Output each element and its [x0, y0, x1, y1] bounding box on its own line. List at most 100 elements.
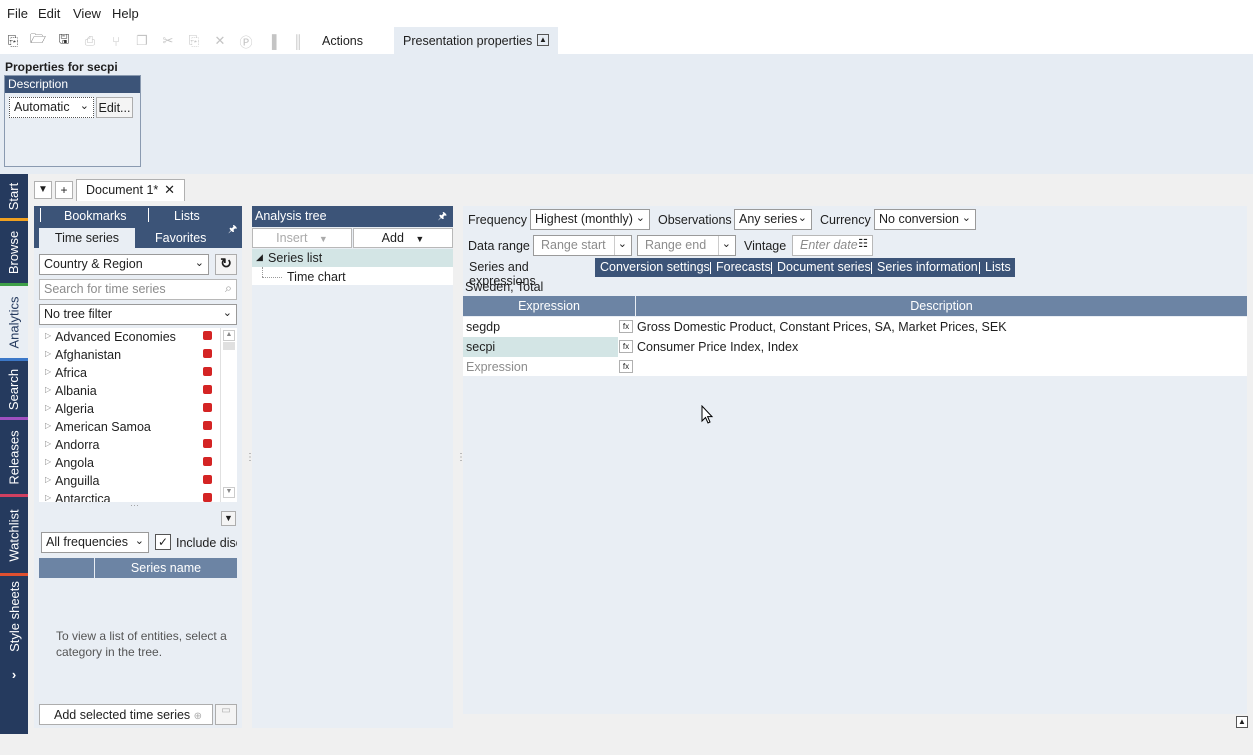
expand-triangle-icon[interactable]: ▷ — [45, 385, 51, 394]
external-link-icon[interactable] — [203, 331, 212, 340]
table-row[interactable]: secpi fx Consumer Price Index, Index — [463, 337, 1247, 357]
column-header-expression[interactable]: Expression — [463, 296, 635, 316]
sidebar-tab-style-sheets[interactable]: Style sheets — [0, 576, 28, 656]
cut-icon[interactable]: ✂ — [159, 32, 177, 50]
tree-scrollbar[interactable]: ▲ ▼ — [220, 328, 237, 502]
menu-help[interactable]: Help — [112, 6, 139, 21]
description-mode-select[interactable]: Automatic ⌄ — [9, 97, 94, 118]
paste-icon[interactable]: ⎘ — [185, 32, 203, 50]
currency-select[interactable]: No conversion ⌄ — [874, 209, 976, 230]
refresh-icon[interactable]: ↻ — [215, 254, 237, 275]
sidebar-tab-start[interactable]: Start — [0, 174, 28, 218]
frequency-select[interactable]: Highest (monthly) ⌄ — [530, 209, 650, 230]
external-link-icon[interactable] — [203, 475, 212, 484]
add-document-icon[interactable]: + — [55, 181, 73, 199]
range-end-select[interactable]: Range end ⌄ — [637, 235, 736, 256]
function-icon[interactable]: fx — [619, 360, 633, 373]
link-icon[interactable]: ▭ — [215, 704, 237, 725]
chart-icon[interactable]: ▐ — [263, 32, 281, 50]
presentation-icon[interactable]: Ⓟ — [237, 32, 255, 50]
edit-description-button[interactable]: Edit... — [96, 97, 133, 118]
new-document-icon[interactable]: ⎘ — [4, 32, 22, 50]
save-icon[interactable]: 🖫 — [55, 31, 73, 50]
external-link-icon[interactable] — [203, 457, 212, 466]
open-folder-icon[interactable]: 🗁 — [29, 31, 47, 50]
tab-series-and-expressions[interactable]: Series and expressions — [463, 258, 595, 288]
actions-tab[interactable]: Actions — [322, 34, 363, 48]
vintage-date-input[interactable]: Enter date ☷ — [792, 235, 873, 256]
grid-header-icon-col[interactable] — [39, 558, 94, 578]
sidebar-tab-analytics[interactable]: Analytics — [0, 286, 28, 358]
tree-item[interactable]: ▷ Angola — [39, 454, 220, 472]
tab-document-series[interactable]: Document series — [777, 258, 871, 277]
document-tab[interactable]: Document 1* ✕ — [76, 179, 185, 201]
sidebar-tab-browse[interactable]: Browse — [0, 221, 28, 283]
expand-triangle-icon[interactable]: ▷ — [45, 349, 51, 358]
delete-icon[interactable]: ✕ — [211, 32, 229, 50]
tab-lists[interactable]: Lists — [174, 209, 200, 223]
function-icon[interactable]: fx — [619, 320, 633, 333]
add-button[interactable]: Add ▼ — [353, 228, 453, 248]
tree-item[interactable]: ▷ Andorra — [39, 436, 220, 454]
expand-triangle-icon[interactable]: ▷ — [45, 457, 51, 466]
time-chart-node[interactable]: Time chart — [287, 270, 346, 284]
presentation-properties-tab[interactable]: Presentation properties ▲ — [394, 27, 558, 54]
new-expression-placeholder[interactable]: Expression — [466, 360, 528, 374]
tree-item[interactable]: ▷ Advanced Economies — [39, 328, 220, 346]
tree-filter-select[interactable]: No tree filter ⌄ — [39, 304, 237, 325]
category-select[interactable]: Country & Region ⌄ — [39, 254, 209, 275]
add-selected-series-button[interactable]: Add selected time series ⊕ — [39, 704, 213, 725]
grid-header-series-name[interactable]: Series name — [95, 558, 237, 578]
pin-icon[interactable]: 🖈 — [438, 209, 447, 226]
column-icon[interactable]: ║ — [289, 32, 307, 50]
document-menu-chevron-icon[interactable]: ▼ — [34, 181, 52, 199]
tree-item[interactable]: ▷ Albania — [39, 382, 220, 400]
range-start-select[interactable]: Range start ⌄ — [533, 235, 632, 256]
calendar-icon[interactable]: ☷ — [858, 237, 868, 250]
menu-file[interactable]: File — [7, 6, 28, 21]
tab-time-series[interactable]: Time series — [39, 228, 135, 248]
collapse-ribbon-icon[interactable]: ▲ — [537, 34, 549, 46]
print-icon[interactable]: ⎙ — [81, 32, 99, 50]
expression-cell[interactable]: segdp — [466, 320, 500, 334]
tab-bookmarks[interactable]: Bookmarks — [64, 209, 127, 223]
external-link-icon[interactable] — [203, 421, 212, 430]
function-icon[interactable]: fx — [619, 340, 633, 353]
tab-conversion-settings[interactable]: Conversion settings — [600, 258, 710, 277]
tree-item[interactable]: ▷ Africa — [39, 364, 220, 382]
sidebar-tab-search[interactable]: Search — [0, 361, 28, 417]
tree-item[interactable]: ▷ Anguilla — [39, 472, 220, 490]
collapse-triangle-icon[interactable]: ◢ — [256, 252, 263, 263]
pin-icon[interactable]: 🖈 — [228, 222, 237, 239]
menu-edit[interactable]: Edit — [38, 6, 60, 21]
tree-item[interactable]: ▷ Afghanistan — [39, 346, 220, 364]
external-link-icon[interactable] — [203, 439, 212, 448]
sidebar-tab-releases[interactable]: Releases — [0, 420, 28, 494]
frequency-filter-select[interactable]: All frequencies ⌄ — [41, 532, 149, 553]
splitter-grip-icon[interactable]: ··· — [130, 500, 139, 510]
close-icon[interactable]: ✕ — [164, 182, 175, 198]
new-expression-row[interactable]: Expression fx — [463, 357, 1247, 377]
expand-triangle-icon[interactable]: ▷ — [45, 493, 51, 502]
external-link-icon[interactable] — [203, 367, 212, 376]
expand-sidebar-icon[interactable]: › — [0, 662, 28, 686]
expression-cell[interactable]: secpi — [466, 340, 495, 354]
column-header-description[interactable]: Description — [636, 296, 1247, 316]
expand-triangle-icon[interactable]: ▷ — [45, 403, 51, 412]
menu-view[interactable]: View — [73, 6, 101, 21]
external-link-icon[interactable] — [203, 403, 212, 412]
tree-item[interactable]: ▷ American Samoa — [39, 418, 220, 436]
external-link-icon[interactable] — [203, 385, 212, 394]
tab-favorites[interactable]: Favorites — [155, 231, 206, 245]
tab-lists[interactable]: Lists — [985, 258, 1011, 277]
observations-select[interactable]: Any series ⌄ — [734, 209, 812, 230]
insert-button[interactable]: Insert ▼ — [252, 228, 352, 248]
sidebar-tab-watchlist[interactable]: Watchlist — [0, 497, 28, 573]
tab-forecasts[interactable]: Forecasts — [716, 258, 771, 277]
tab-series-information[interactable]: Series information — [877, 258, 978, 277]
share-icon[interactable]: ⑂ — [107, 32, 125, 50]
filter-icon[interactable]: ▼ — [221, 511, 236, 526]
table-row[interactable]: segdp fx Gross Domestic Product, Constan… — [463, 317, 1247, 337]
expand-triangle-icon[interactable]: ▷ — [45, 475, 51, 484]
expand-triangle-icon[interactable]: ▷ — [45, 421, 51, 430]
